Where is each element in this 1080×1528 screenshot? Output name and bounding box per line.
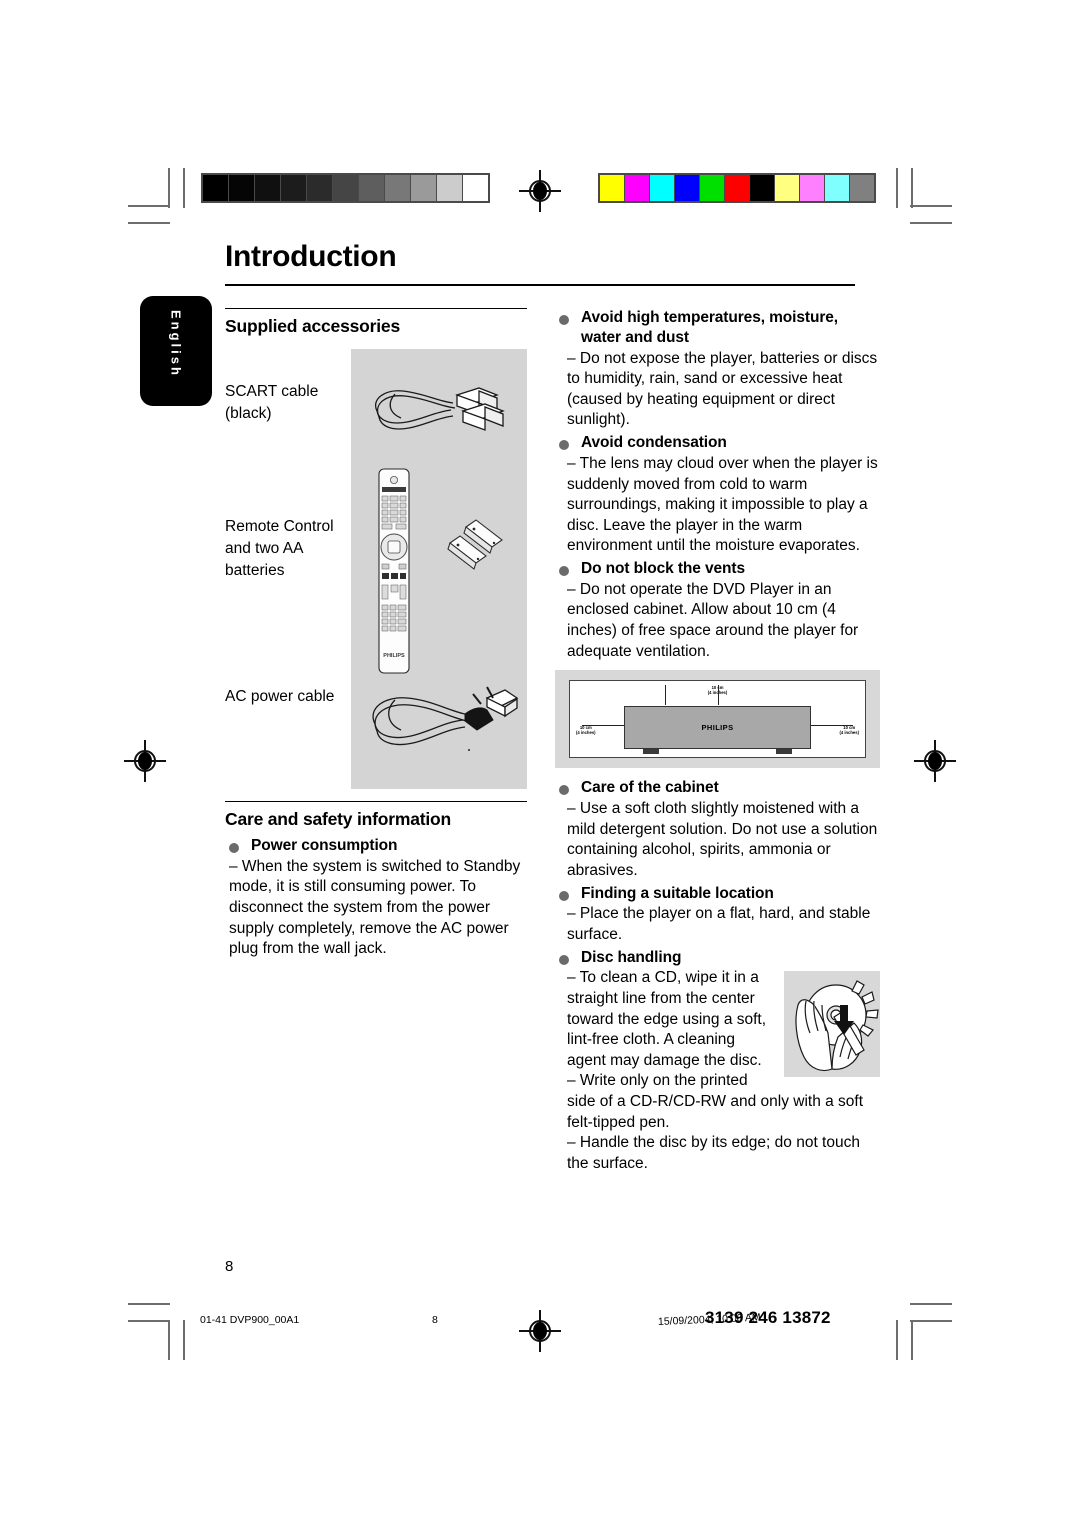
ac-power-cable-illustration [372,686,519,751]
scart-cable-illustration [375,387,505,431]
grayscale-swatch-4 [307,175,332,201]
care-title: Care and safety information [225,809,452,829]
ventilation-caption-left: 10 cm (4 inches) [576,725,596,736]
bullet-heading-condensation: Avoid condensation [581,434,727,452]
device-foot-right [776,749,792,755]
accessories-title: Supplied accessories [225,316,400,336]
page-number: 8 [225,1258,234,1275]
disc-cleaning-hand-illustration [795,980,879,1072]
registration-target-top [519,170,561,212]
safety-bullet-disc-handling: Disc handling – To clean a CD, wipe it i… [555,948,880,1175]
accessories-figure-block: SCART cable (black) Remote Control and t… [225,349,527,797]
printed-manual-page: Introduction English Supplied accessorie… [0,0,1080,1528]
grayscale-swatch-6 [359,175,384,201]
bullet-heading-cabinet-care: Care of the cabinet [581,779,719,797]
color-swatch-3 [675,175,699,201]
left-column: Supplied accessories SCART cable (black)… [225,308,527,1176]
grayscale-swatch-3 [281,175,306,201]
crop-mark-top-left-v [168,168,170,208]
grayscale-calibration-bar [201,173,490,203]
grayscale-swatch-2 [255,175,280,201]
grayscale-swatch-0 [203,175,228,201]
color-swatch-8 [800,175,824,201]
bullet-heading-disc-handling: Disc handling [581,948,682,966]
crop-mark-top-right-v [911,168,913,208]
bullet-body-location: – Place the player on a flat, hard, and … [567,905,871,943]
bullet-body-cabinet-care: – Use a soft cloth slightly moistened wi… [567,800,878,879]
aa-batteries-illustration [447,519,503,570]
safety-bullet-temperature: Avoid high temperatures, moisture, water… [555,308,880,431]
bullet-heading-vents: Do not block the vents [581,559,746,577]
language-tab-label: English [168,310,184,378]
svg-text:PHILIPS: PHILIPS [383,653,405,659]
color-calibration-bar [598,173,876,203]
disc-cleaning-figure [784,971,880,1078]
care-bullet-body: – When the system is switched to Standby… [229,857,521,958]
accessory-label-remote: Remote Control and two AA batteries [225,518,334,579]
crop-mark-top-left-h2 [128,222,170,224]
crop-mark-top-left-v2 [183,168,185,208]
ventilation-arrow-top-right [718,685,719,706]
color-swatch-4 [700,175,724,201]
ventilation-arrow-right [811,725,853,727]
bullet-body-temperature: – Do not expose the player, batteries or… [567,349,878,429]
care-bullet-list: Power consumption – When the system is s… [225,836,527,960]
safety-bullet-condensation: Avoid condensation – The lens may cloud … [555,433,880,557]
registration-target-right [914,740,956,782]
bullet-body-condensation: – The lens may cloud over when the playe… [567,454,878,555]
print-footer: 01-41 DVP900_00A1 8 15/09/2004, 10:08 AM… [0,1300,1080,1360]
color-swatch-6 [750,175,774,201]
ventilation-arrow-top-left [665,685,666,706]
footer-job-ref: 01-41 DVP900_00A1 [200,1314,300,1326]
care-section-rule [225,801,527,802]
accessory-label-power: AC power cable [225,688,335,705]
ventilation-device-label: PHILIPS [701,723,734,733]
footer-document-code: 3139 246 13872 [705,1308,831,1327]
grayscale-swatch-7 [385,175,410,201]
remote-control-illustration: PHILIPS [378,468,410,674]
ventilation-cabinet-outline: 10 cm (4 inches) 10 cm (4 inches) 10 cm … [569,680,866,759]
ventilation-caption-right: 10 cm (4 inches) [839,725,859,736]
ventilation-arrow-left [582,725,624,727]
ventilation-device: PHILIPS [624,706,811,755]
color-swatch-7 [775,175,799,201]
safety-bullet-list: Avoid high temperatures, moisture, water… [555,308,880,1174]
color-swatch-1 [625,175,649,201]
bullet-body-vents: – Do not operate the DVD Player in an en… [567,580,859,660]
grayscale-swatch-9 [437,175,462,201]
color-swatch-5 [725,175,749,201]
color-swatch-2 [650,175,674,201]
grayscale-swatch-1 [229,175,254,201]
registration-target-bottom [519,1310,561,1352]
grayscale-swatch-5 [333,175,358,201]
color-swatch-10 [850,175,874,201]
safety-bullet-vents: Do not block the vents – Do not operate … [555,559,880,769]
color-swatch-9 [825,175,849,201]
color-swatch-0 [600,175,624,201]
crop-mark-top-right-h2 [910,222,952,224]
title-underline [225,284,855,286]
care-bullet-power-consumption: Power consumption – When the system is s… [225,836,527,960]
accessories-section-rule [225,308,527,309]
language-tab: English [140,296,212,406]
right-column: Avoid high temperatures, moisture, water… [555,308,880,1176]
grayscale-swatch-10 [463,175,488,201]
page-title: Introduction [225,240,397,273]
crop-mark-top-left-h [128,205,170,207]
crop-mark-top-right-h [910,205,952,207]
two-column-body: Supplied accessories SCART cable (black)… [225,308,880,1176]
care-bullet-heading: Power consumption [251,837,398,854]
safety-bullet-cabinet-care: Care of the cabinet – Use a soft cloth s… [555,778,880,881]
crop-mark-top-right-v2 [896,168,898,208]
accessory-label-scart: SCART cable (black) [225,383,319,422]
bullet-heading-temperature: Avoid high temperatures, moisture, water… [581,309,838,346]
grayscale-swatch-8 [411,175,436,201]
safety-bullet-location: Finding a suitable location – Place the … [555,884,880,946]
ventilation-figure: 10 cm (4 inches) 10 cm (4 inches) 10 cm … [555,670,880,769]
footer-page-number: 8 [432,1314,438,1326]
device-foot-left [643,749,659,755]
bullet-heading-location: Finding a suitable location [581,884,774,902]
page-content: Introduction English Supplied accessorie… [140,240,880,1176]
